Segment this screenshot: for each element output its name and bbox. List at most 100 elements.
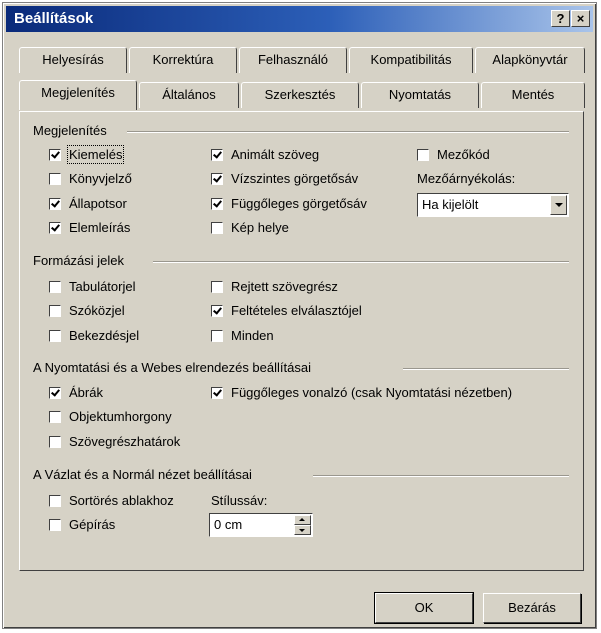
checkbox-box[interactable] (49, 198, 61, 210)
checkbox-box[interactable] (49, 436, 61, 448)
tab-szerkesztes[interactable]: Szerkesztés (241, 82, 359, 108)
checkbox-gepiras[interactable]: Gépírás (49, 517, 115, 532)
checkbox-label: Állapotsor (69, 196, 127, 211)
checkbox-label: Kiemelés (66, 145, 125, 164)
spin-up-button[interactable] (294, 515, 311, 525)
group-divider (313, 475, 569, 477)
spin-down-button[interactable] (294, 525, 311, 535)
group-divider (127, 131, 569, 133)
checkbox-szovegreszhatarok[interactable]: Szövegrészhatárok (49, 434, 180, 449)
arrow-down-icon (299, 529, 305, 532)
checkbox-box[interactable] (49, 149, 61, 161)
window-title: Beállítások (14, 10, 94, 27)
checkbox-label: Szövegrészhatárok (69, 434, 181, 449)
checkbox-fuggoleges-vonalzo[interactable]: Függőleges vonalzó (csak Nyomtatási néze… (211, 385, 512, 400)
checkbox-box[interactable] (49, 281, 61, 293)
checkbox-label: Minden (231, 328, 274, 343)
checkbox-label: Gépírás (69, 517, 116, 532)
checkbox-label: Függőleges vonalzó (csak Nyomtatási néze… (231, 385, 513, 400)
group-divider (403, 368, 569, 370)
checkbox-abrak[interactable]: Ábrák (49, 385, 103, 400)
checkbox-szokozjel[interactable]: Szóközjel (49, 303, 125, 318)
checkbox-box[interactable] (49, 495, 61, 507)
tab-megjelenites[interactable]: Megjelenítés (19, 80, 137, 110)
checkbox-fuggoleges-gorgetosav[interactable]: Függőleges görgetősáv (211, 196, 367, 211)
checkbox-box[interactable] (211, 330, 223, 342)
checkbox-box[interactable] (211, 305, 223, 317)
style-area-value: 0 cm (214, 517, 243, 532)
bezaras-button[interactable]: Bezárás (483, 593, 581, 623)
checkbox-kep-helye[interactable]: Kép helye (211, 220, 289, 235)
checkbox-rejtett-szovegresz[interactable]: Rejtett szövegrész (211, 279, 338, 294)
checkbox-box[interactable] (49, 305, 61, 317)
checkbox-label: Ábrák (69, 385, 103, 400)
checkbox-animalt-szoveg[interactable]: Animált szöveg (211, 147, 319, 162)
checkbox-label: Elemleírás (69, 220, 131, 235)
title-bar[interactable]: Beállítások ? × (6, 6, 593, 32)
checkbox-box[interactable] (211, 173, 223, 185)
checkbox-sortores-ablakhoz[interactable]: Sortörés ablakhoz (49, 493, 174, 508)
checkbox-mezokod[interactable]: Mezőkód (417, 147, 490, 162)
checkbox-box[interactable] (49, 387, 61, 399)
checkbox-label: Bekezdésjel (69, 328, 140, 343)
checkbox-label: Függőleges görgetősáv (231, 196, 367, 211)
options-dialog: Beállítások ? × Helyesírás Korrektúra Fe… (2, 2, 597, 629)
close-window-button[interactable]: × (571, 10, 590, 27)
checkbox-vizszintes-gorgetosav[interactable]: Vízszintes görgetősáv (211, 171, 358, 186)
tab-helyesiras[interactable]: Helyesírás (19, 47, 127, 73)
dropdown-button[interactable] (550, 195, 567, 215)
checkbox-label: Mezőkód (437, 147, 490, 162)
checkbox-box[interactable] (211, 281, 223, 293)
shading-select[interactable]: Ha kijelölt (417, 193, 569, 217)
checkbox-konyvjelzo[interactable]: Könyvjelző (49, 171, 132, 186)
checkbox-box[interactable] (417, 149, 429, 161)
checkbox-label: Feltételes elválasztójel (231, 303, 362, 318)
checkbox-label: Könyvjelző (69, 171, 132, 186)
tab-kompatibilitas[interactable]: Kompatibilitás (349, 47, 473, 73)
checkbox-box[interactable] (211, 149, 223, 161)
tab-row-back: Helyesírás Korrektúra Felhasználó Kompat… (19, 47, 585, 73)
tab-korrektura[interactable]: Korrektúra (129, 47, 237, 73)
help-button[interactable]: ? (551, 10, 570, 27)
checkbox-label: Objektumhorgony (69, 409, 172, 424)
tab-mentes[interactable]: Mentés (481, 82, 585, 108)
checkbox-elemleiras[interactable]: Elemleírás (49, 220, 130, 235)
checkbox-box[interactable] (49, 222, 61, 234)
tab-alapkonyvtar[interactable]: Alapkönyvtár (475, 47, 585, 73)
checkbox-box[interactable] (211, 222, 223, 234)
checkbox-box[interactable] (49, 173, 61, 185)
checkbox-box[interactable] (49, 411, 61, 423)
shading-label: Mezőárnyékolás: (417, 171, 516, 186)
checkbox-label: Sortörés ablakhoz (69, 493, 174, 508)
style-area-spinner[interactable]: 0 cm (209, 513, 313, 537)
group-title-display: Megjelenítés (33, 123, 107, 138)
tab-altalanos[interactable]: Általános (139, 82, 239, 108)
checkbox-box[interactable] (49, 519, 61, 531)
checkbox-label: Vízszintes görgetősáv (231, 171, 359, 186)
checkbox-kiemeles[interactable]: Kiemelés (49, 145, 125, 164)
checkbox-tabulatorjel[interactable]: Tabulátorjel (49, 279, 136, 294)
group-title-outline-normal: A Vázlat és a Normál nézet beállításai (33, 467, 252, 482)
checkbox-label: Szóközjel (69, 303, 125, 318)
tab-felhasznalo[interactable]: Felhasználó (239, 47, 347, 73)
checkbox-felteteles-elvalasztojel[interactable]: Feltételes elválasztójel (211, 303, 362, 318)
checkbox-bekezdesjel[interactable]: Bekezdésjel (49, 328, 139, 343)
tab-row-front: Megjelenítés Általános Szerkesztés Nyomt… (19, 80, 585, 110)
shading-value: Ha kijelölt (422, 197, 479, 212)
checkbox-label: Rejtett szövegrész (231, 279, 338, 294)
ok-button[interactable]: OK (374, 592, 474, 624)
chevron-down-icon (555, 203, 563, 207)
arrow-up-icon (299, 518, 305, 521)
checkbox-label: Tabulátorjel (69, 279, 136, 294)
checkbox-minden[interactable]: Minden (211, 328, 274, 343)
checkbox-allapotsor[interactable]: Állapotsor (49, 196, 127, 211)
checkbox-objektumhorgony[interactable]: Objektumhorgony (49, 409, 172, 424)
checkbox-box[interactable] (211, 387, 223, 399)
checkbox-box[interactable] (49, 330, 61, 342)
style-area-label: Stílussáv: (211, 493, 268, 508)
group-title-formatting: Formázási jelek (33, 253, 125, 268)
checkbox-label: Kép helye (231, 220, 289, 235)
checkbox-box[interactable] (211, 198, 223, 210)
tab-nyomtatas[interactable]: Nyomtatás (361, 82, 479, 108)
group-divider (153, 261, 569, 263)
